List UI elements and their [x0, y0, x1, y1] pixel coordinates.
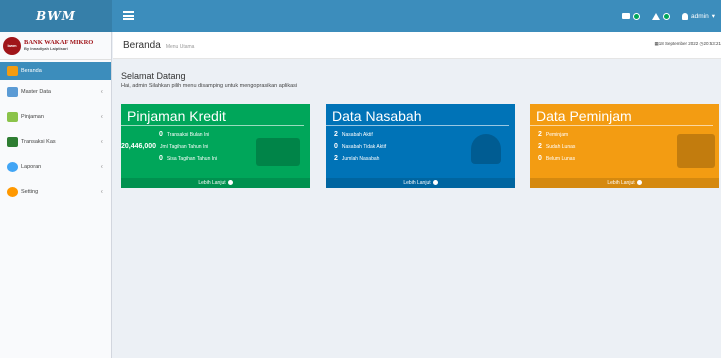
sidebar-item-transaksi-kas[interactable]: Transaksi Kas ‹ [0, 130, 111, 155]
calendar-icon [677, 134, 715, 168]
box-data-nasabah: Data Nasabah 2 Nasabah Aktif 0 Nasabah Tid… [326, 104, 515, 188]
status-dot-icon [633, 12, 641, 20]
gear-icon [7, 187, 18, 197]
more-info-link[interactable]: Lebih Lanjut [530, 178, 719, 188]
chevron-left-icon: ‹ [100, 188, 103, 196]
page-header: Beranda Menu Utama ▦18 September 2022 ◷2… [113, 32, 721, 59]
money-bill-icon [256, 138, 300, 166]
sidebar-item-beranda[interactable]: Beranda [0, 62, 111, 80]
box-title: Pinjaman Kredit [121, 104, 304, 126]
user-plus-icon [471, 134, 501, 164]
info-boxes: Pinjaman Kredit 0 Transaksi Bulan Ini 20,… [121, 104, 721, 188]
cash-icon [7, 137, 18, 147]
bank-logo: bwm BANK WAKAF MIKRO By Innadiyah Laipti… [0, 32, 111, 60]
money-icon [7, 112, 18, 122]
chevron-left-icon: ‹ [100, 163, 103, 171]
sidebar-item-label: Transaksi Kas [21, 139, 56, 145]
sidebar-item-pinjaman[interactable]: Pinjaman ‹ [0, 105, 111, 130]
home-icon [7, 65, 18, 76]
more-info-link[interactable]: Lebih Lanjut [121, 178, 310, 188]
sidebar-item-label: Laporan [21, 164, 42, 170]
envelope-icon [622, 13, 631, 19]
warning-icon [652, 12, 661, 20]
sidebar-item-label: Setting [21, 189, 39, 195]
report-icon [7, 162, 18, 172]
user-menu[interactable]: admin ▾ [682, 12, 715, 20]
logo-subtitle: By Innadiyah Laiptisari [24, 46, 68, 52]
chevron-left-icon: ‹ [100, 88, 103, 96]
sidebar-item-label: Master Data [21, 89, 51, 95]
page-title: Beranda [123, 39, 161, 51]
box-line: 0 Transaksi Bulan Ini [159, 131, 210, 138]
main-content: Beranda Menu Utama ▦18 September 2022 ◷2… [113, 32, 721, 358]
database-icon [7, 87, 18, 97]
sidebar-item-master-data[interactable]: Master Data ‹ [0, 80, 111, 105]
app-brand[interactable]: BWM [0, 0, 112, 32]
datetime: ▦18 September 2022 ◷20:53:21 [654, 41, 721, 47]
top-navbar: BWM admin ▾ [0, 0, 721, 32]
arrow-circle-right-icon [636, 180, 642, 186]
arrow-circle-right-icon [227, 180, 233, 186]
sidebar: bwm BANK WAKAF MIKRO By Innadiyah Laipti… [0, 32, 112, 358]
arrow-circle-right-icon [432, 180, 438, 186]
time-text: 20:53:21 [703, 41, 721, 46]
date-text: 18 September 2022 [658, 41, 699, 46]
page-subtitle: Menu Utama [165, 43, 195, 50]
sidebar-toggle-icon[interactable] [123, 11, 134, 20]
welcome-section: Selamat Datang Hai, admin Silahkan pilih… [113, 59, 721, 89]
box-title: Data Nasabah [326, 104, 509, 126]
status-dot-icon [663, 12, 671, 20]
chevron-left-icon: ‹ [100, 138, 103, 146]
chevron-left-icon: ‹ [100, 113, 103, 121]
user-name: admin [691, 12, 709, 20]
navbar-right: admin ▾ [622, 0, 715, 32]
user-icon [682, 12, 689, 20]
caret-down-icon: ▾ [711, 13, 715, 20]
sidebar-item-label: Pinjaman [21, 114, 44, 120]
sidebar-item-label: Beranda [21, 67, 42, 74]
more-info-link[interactable]: Lebih Lanjut [326, 178, 515, 188]
sidebar-item-setting[interactable]: Setting ‹ [0, 180, 111, 205]
sidebar-item-laporan[interactable]: Laporan ‹ [0, 155, 111, 180]
box-pinjaman-kredit: Pinjaman Kredit 0 Transaksi Bulan Ini 20,… [121, 104, 310, 188]
notifications-menu[interactable] [652, 12, 671, 20]
box-data-peminjam: Data Peminjam 2 Peminjam 2 Sudah Lunas 0 Be… [530, 104, 719, 188]
logo-badge: bwm [3, 36, 21, 55]
messages-menu[interactable] [622, 12, 641, 20]
welcome-text: Hai, admin Silahkan pilih menu disamping… [121, 83, 298, 89]
welcome-title: Selamat Datang [121, 71, 186, 81]
box-title: Data Peminjam [530, 104, 713, 126]
